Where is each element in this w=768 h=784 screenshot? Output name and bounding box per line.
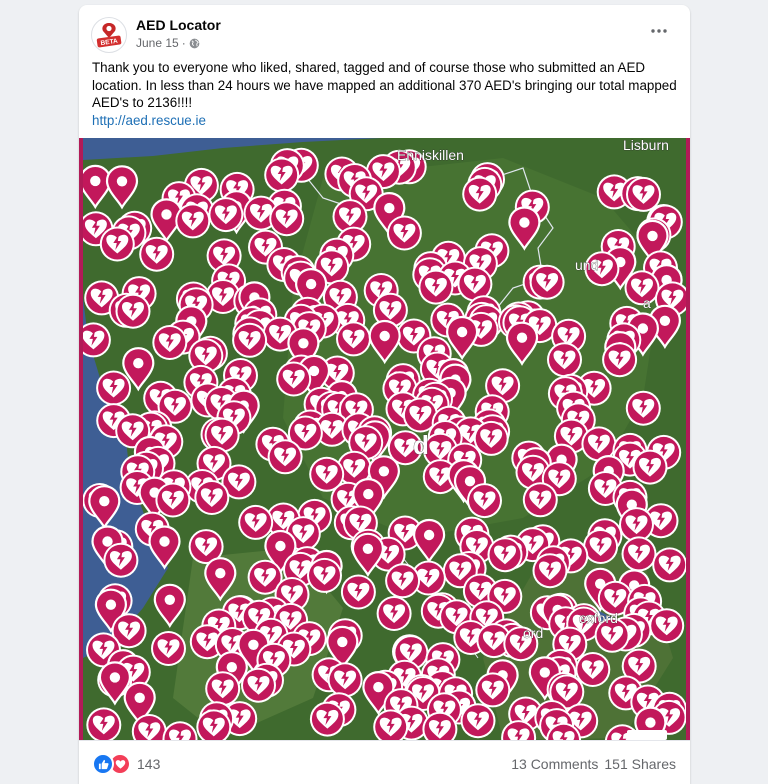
- aed-marker-icon[interactable]: [652, 547, 686, 583]
- aed-marker-icon[interactable]: [269, 201, 305, 237]
- aed-marker-icon[interactable]: [462, 176, 498, 212]
- aed-marker-icon[interactable]: [276, 361, 312, 397]
- aed-marker-icon[interactable]: [547, 342, 582, 378]
- aed-marker-icon[interactable]: [632, 449, 668, 485]
- aed-marker-icon[interactable]: [487, 537, 523, 573]
- post-header: BETA AED Locator June 15 ·: [79, 5, 690, 57]
- aed-marker-icon[interactable]: [103, 542, 139, 578]
- aed-marker-icon[interactable]: [241, 667, 276, 703]
- aed-marker-icon[interactable]: [336, 321, 371, 357]
- shares-count-link[interactable]: 151 Shares: [604, 756, 676, 772]
- aed-marker-icon[interactable]: [208, 197, 244, 233]
- place-label-wexford: exford: [579, 610, 618, 626]
- aed-marker-icon[interactable]: [152, 325, 188, 360]
- reactions-summary[interactable]: 143: [92, 753, 160, 775]
- page-name[interactable]: AED Locator: [136, 17, 221, 33]
- aed-logo-icon: BETA: [93, 19, 125, 51]
- post-message: Thank you to everyone who liked, shared,…: [92, 60, 677, 110]
- aed-marker-icon[interactable]: [307, 557, 342, 593]
- post-link[interactable]: http://aed.rescue.ie: [92, 112, 206, 130]
- aed-marker-icon[interactable]: [139, 236, 175, 272]
- aed-marker-icon[interactable]: [467, 483, 502, 519]
- aed-marker-icon[interactable]: [532, 553, 568, 589]
- aed-marker-icon[interactable]: [602, 342, 638, 378]
- aed-marker-icon[interactable]: [624, 270, 660, 306]
- aed-marker-icon[interactable]: [96, 370, 132, 406]
- aed-marker-icon[interactable]: [194, 480, 230, 515]
- aed-marker-icon[interactable]: [309, 701, 345, 737]
- aed-marker-icon[interactable]: [327, 662, 363, 698]
- place-label-enniskillen: Enniskillen: [397, 147, 464, 163]
- aed-marker-icon[interactable]: [238, 504, 274, 540]
- meta-separator: ·: [181, 36, 186, 50]
- aed-marker-icon[interactable]: [99, 226, 135, 262]
- aed-marker-icon[interactable]: [529, 264, 565, 300]
- engagement-stats: 13 Comments 151 Shares: [511, 756, 676, 772]
- like-reaction-icon: [92, 753, 114, 775]
- map-view: Enniskillen Lisburn und a d exford ord: [83, 138, 686, 740]
- aed-marker-icon[interactable]: [232, 322, 268, 358]
- aed-marker-icon[interactable]: [267, 439, 303, 475]
- reaction-count: 143: [137, 756, 161, 772]
- aed-marker-icon[interactable]: [385, 563, 421, 599]
- aed-marker-icon[interactable]: [522, 482, 558, 518]
- aed-marker-icon[interactable]: [460, 703, 496, 739]
- page-avatar[interactable]: BETA: [91, 17, 127, 53]
- place-label-waterford: ord: [523, 625, 543, 641]
- aed-marker-icon[interactable]: [340, 574, 376, 610]
- aed-marker-icon[interactable]: [155, 482, 191, 518]
- map-image[interactable]: Enniskillen Lisburn und a d exford ord: [79, 138, 690, 740]
- post-meta: June 15 ·: [136, 36, 200, 50]
- place-label-dundalk: und: [575, 257, 598, 273]
- place-label-ireland: d: [413, 430, 429, 460]
- aed-marker-icon[interactable]: [386, 215, 422, 251]
- aed-marker-icon[interactable]: [264, 157, 300, 193]
- more-dots-icon: [651, 29, 667, 33]
- aed-marker-icon[interactable]: [475, 672, 511, 708]
- globe-icon[interactable]: [189, 38, 200, 49]
- aed-marker-icon[interactable]: [625, 390, 661, 426]
- place-label-lisburn: Lisburn: [623, 138, 669, 153]
- aed-marker-icon[interactable]: [115, 293, 151, 329]
- more-options-button[interactable]: [642, 19, 676, 43]
- aed-marker-icon[interactable]: [649, 608, 685, 644]
- post-card: BETA AED Locator June 15 · Thank you to …: [79, 5, 690, 784]
- comments-count-link[interactable]: 13 Comments: [511, 756, 598, 772]
- aed-marker-icon[interactable]: [418, 269, 454, 305]
- post-footer: 143 13 Comments 151 Shares: [79, 740, 690, 784]
- post-date[interactable]: June 15: [136, 36, 179, 50]
- place-label-drogheda: a: [643, 295, 651, 311]
- aed-marker-icon[interactable]: [205, 671, 241, 707]
- post-body: Thank you to everyone who liked, shared,…: [92, 59, 682, 129]
- aed-marker-icon[interactable]: [376, 596, 412, 631]
- aed-marker-icon[interactable]: [151, 631, 186, 666]
- aed-marker-icon[interactable]: [175, 203, 211, 239]
- aed-marker-icon[interactable]: [583, 529, 619, 564]
- map-attribution: [627, 730, 667, 740]
- aed-marker-icon[interactable]: [621, 536, 657, 572]
